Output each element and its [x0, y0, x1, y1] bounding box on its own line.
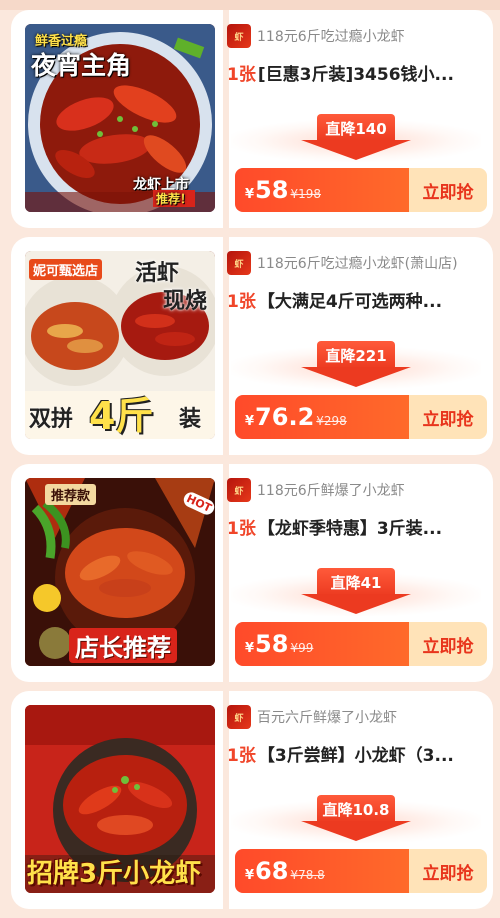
image-caption: 推荐款 [45, 484, 97, 505]
price-drop-badge: 直降41 [231, 568, 481, 620]
qty-label: 1张 [227, 519, 256, 539]
grab-now-button[interactable]: 立即抢 [409, 168, 487, 212]
product-image[interactable]: 招牌3斤小龙虾 [25, 705, 215, 893]
grab-now-button[interactable]: 立即抢 [409, 622, 487, 666]
price-drop-label: 直降140 [317, 114, 395, 142]
deal-title: 【3斤尝鲜】小龙虾（3... [257, 746, 454, 766]
sale-price: 76.2 [255, 403, 315, 431]
grab-now-button[interactable]: 立即抢 [409, 849, 487, 893]
price-drop-label: 直降41 [317, 568, 395, 596]
buy-bar[interactable]: ¥ 58 ¥99 立即抢 [235, 622, 487, 666]
image-caption: 夜宵主角 [31, 51, 132, 80]
deal-card[interactable]: 妮可甄选店 活虾 现烧 双拼 4斤 装 虾 118元6斤吃过瘾小龙虾(萧山店) … [11, 237, 493, 455]
price-area: ¥ 58 ¥99 [235, 622, 409, 666]
shop-logo: 虾 [227, 705, 251, 729]
buy-bar[interactable]: ¥ 76.2 ¥298 立即抢 [235, 395, 487, 439]
deal-title-row[interactable]: 1张 【龙虾季特惠】3斤装... [227, 514, 485, 539]
price-drop-badge: 直降10.8 [231, 795, 481, 847]
currency-symbol: ¥ [245, 187, 255, 202]
product-image[interactable]: 鲜香过瘾 夜宵主角 龙虾上市 推荐！ [25, 24, 215, 212]
deal-title-row[interactable]: 1张 【3斤尝鲜】小龙虾（3... [227, 741, 485, 766]
shop-name: 118元6斤吃过瘾小龙虾(萧山店) [257, 256, 458, 272]
price-area: ¥ 68 ¥78.8 [235, 849, 409, 893]
product-image[interactable]: 妮可甄选店 活虾 现烧 双拼 4斤 装 [25, 251, 215, 439]
down-arrow-icon [301, 140, 411, 160]
shop-logo: 虾 [227, 478, 251, 502]
down-arrow-icon [301, 367, 411, 387]
image-caption: 妮可甄选店 [29, 259, 103, 280]
down-arrow-icon [301, 821, 411, 841]
image-caption: 推荐！ [153, 190, 196, 207]
price-drop-badge: 直降221 [231, 341, 481, 393]
qty-label: 1张 [227, 746, 256, 766]
product-image[interactable]: 推荐款 HOT 店长推荐 [25, 478, 215, 666]
price-area: ¥ 58 ¥198 [235, 168, 409, 212]
currency-symbol: ¥ [245, 868, 255, 883]
deal-card[interactable]: 推荐款 HOT 店长推荐 虾 118元6斤鲜爆了小龙虾 1张 【龙虾季特惠】3斤… [11, 464, 493, 682]
shop-name: 118元6斤鲜爆了小龙虾 [257, 483, 405, 499]
grab-now-button[interactable]: 立即抢 [409, 395, 487, 439]
deal-title-row[interactable]: 1张 [巨惠3斤装]3456钱小... [227, 60, 485, 85]
price-drop-label: 直降10.8 [317, 795, 395, 823]
deal-card[interactable]: 鲜香过瘾 夜宵主角 龙虾上市 推荐！ 虾 118元6斤吃过瘾小龙虾 1张 [巨惠… [11, 10, 493, 228]
shop-logo: 虾 [227, 24, 251, 48]
original-price: ¥99 [290, 641, 314, 655]
original-price: ¥298 [316, 414, 347, 428]
sale-price: 58 [255, 630, 289, 658]
shop-row[interactable]: 虾 118元6斤鲜爆了小龙虾 [227, 478, 405, 502]
image-caption: 招牌3斤小龙虾 [27, 859, 202, 889]
shop-logo: 虾 [227, 251, 251, 275]
deal-title: 【龙虾季特惠】3斤装... [257, 519, 443, 539]
deal-title-row[interactable]: 1张 【大满足4斤可选两种... [227, 287, 485, 312]
currency-symbol: ¥ [245, 414, 255, 429]
original-price: ¥198 [290, 187, 321, 201]
image-caption: 双拼 [29, 407, 74, 432]
qty-label: 1张 [227, 65, 256, 85]
image-caption: 4斤 [89, 394, 154, 438]
sale-price: 58 [255, 176, 289, 204]
shop-row[interactable]: 虾 118元6斤吃过瘾小龙虾 [227, 24, 405, 48]
shop-row[interactable]: 虾 百元六斤鲜爆了小龙虾 [227, 705, 397, 729]
price-area: ¥ 76.2 ¥298 [235, 395, 409, 439]
shop-name: 118元6斤吃过瘾小龙虾 [257, 29, 405, 45]
sale-price: 68 [255, 857, 289, 885]
deal-title: [巨惠3斤装]3456钱小... [257, 65, 454, 85]
price-drop-label: 直降221 [317, 341, 395, 369]
buy-bar[interactable]: ¥ 58 ¥198 立即抢 [235, 168, 487, 212]
shop-row[interactable]: 虾 118元6斤吃过瘾小龙虾(萧山店) [227, 251, 458, 275]
shop-name: 百元六斤鲜爆了小龙虾 [257, 710, 397, 726]
original-price: ¥78.8 [290, 868, 325, 882]
image-caption: 店长推荐 [69, 628, 177, 663]
image-caption: 现烧 [163, 289, 208, 314]
price-drop-badge: 直降140 [231, 114, 481, 166]
deal-title: 【大满足4斤可选两种... [257, 292, 443, 312]
down-arrow-icon [301, 594, 411, 614]
image-caption: 装 [179, 407, 202, 432]
deal-card[interactable]: 招牌3斤小龙虾 虾 百元六斤鲜爆了小龙虾 1张 【3斤尝鲜】小龙虾（3... 直… [11, 691, 493, 909]
top-strip [0, 0, 500, 10]
currency-symbol: ¥ [245, 641, 255, 656]
qty-label: 1张 [227, 292, 256, 312]
buy-bar[interactable]: ¥ 68 ¥78.8 立即抢 [235, 849, 487, 893]
